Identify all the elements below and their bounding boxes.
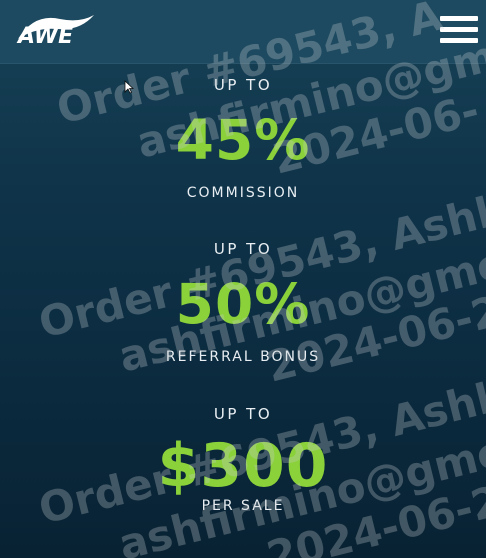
stat-value: 45%	[175, 108, 311, 172]
stat-commission: UP TO 45% COMMISSION	[0, 76, 486, 202]
top-navigation-bar: AWE	[0, 0, 486, 64]
stat-prefix: UP TO	[213, 240, 273, 258]
menu-bar-top	[440, 16, 478, 21]
menu-bar-bottom	[440, 38, 478, 43]
stat-label: PER SALE	[201, 498, 285, 514]
hamburger-menu-icon[interactable]	[440, 14, 478, 46]
stat-value: $300	[157, 431, 329, 501]
stat-prefix: UP TO	[213, 76, 273, 94]
stat-referral-bonus: UP TO 50% REFERRAL BONUS	[0, 240, 486, 366]
promo-screen: AWE UP TO 45% COMMISSION UP TO 50% REFER…	[0, 0, 486, 558]
stat-label: COMMISSION	[186, 185, 300, 201]
svg-text:AWE: AWE	[16, 24, 73, 49]
stat-per-sale: UP TO $300 PER SALE	[0, 405, 486, 515]
stat-value: 50%	[175, 272, 311, 336]
stat-label: REFERRAL BONUS	[165, 349, 321, 365]
mouse-cursor-icon	[124, 80, 134, 94]
menu-bar-middle	[440, 27, 478, 32]
stat-prefix: UP TO	[213, 405, 273, 423]
awe-logo-icon[interactable]: AWE	[14, 9, 98, 49]
